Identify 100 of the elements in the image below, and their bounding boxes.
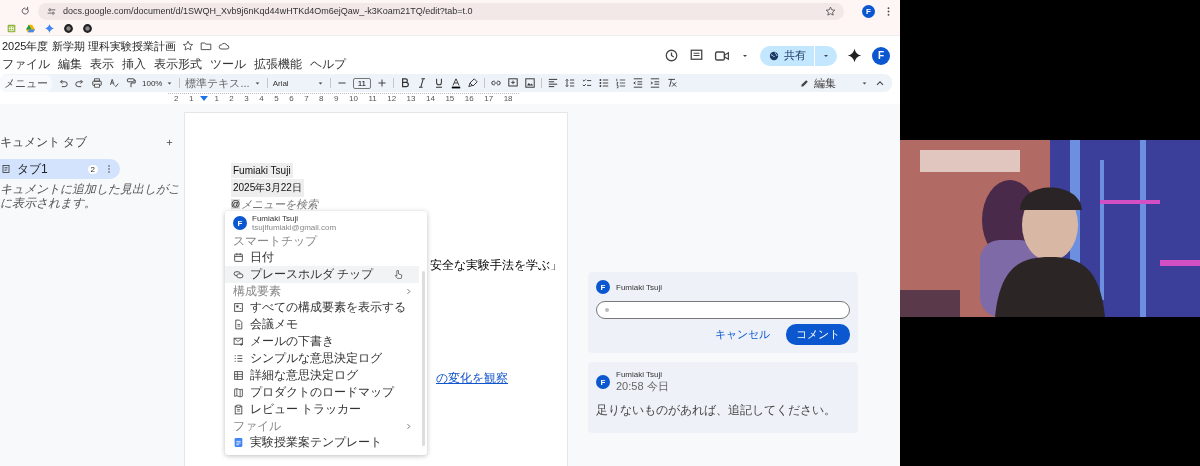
print-icon[interactable] (91, 77, 103, 89)
menu-item[interactable]: 日付 (225, 249, 419, 266)
author-avatar: F (596, 280, 610, 294)
comment-button[interactable]: コメント (786, 324, 850, 345)
menu-item[interactable]: 編集 (58, 55, 82, 73)
menu-search-field[interactable]: メニューを検索 (240, 198, 361, 210)
clear-formatting-icon[interactable] (665, 77, 678, 89)
line-spacing-icon[interactable] (563, 77, 576, 89)
spellcheck-icon[interactable] (108, 77, 120, 89)
add-tab-icon[interactable] (165, 138, 174, 147)
menu-item[interactable]: 会議メモ (225, 316, 419, 333)
chevron-right-icon (404, 421, 413, 431)
ruler-number: 7 (304, 94, 309, 103)
ruler-number: 1 (188, 94, 194, 103)
image-icon[interactable] (523, 77, 536, 89)
ruler-number: 1 (214, 94, 219, 103)
author-name: Fumiaki Tsuji (616, 370, 664, 379)
smart-chip[interactable]: 2025年3月22日 (231, 179, 304, 197)
menu-item[interactable]: すべての構成要素を表示する (225, 299, 419, 316)
ruler-number: 11 (368, 94, 377, 103)
align-icon[interactable] (546, 77, 559, 89)
history-icon[interactable] (664, 48, 679, 63)
map-icon (233, 387, 244, 398)
ruler-number: 16 (464, 94, 474, 103)
undo-icon[interactable] (57, 77, 69, 89)
menu-item[interactable]: メールの下書き (225, 333, 419, 350)
checklist-icon[interactable] (580, 77, 593, 89)
decrease-indent-icon[interactable] (631, 77, 644, 89)
calendar-icon (233, 252, 244, 263)
increase-size-icon[interactable] (375, 77, 388, 89)
font-dropdown[interactable]: Arial (272, 78, 325, 88)
highlight-icon[interactable] (466, 77, 479, 89)
ruler-number: 15 (445, 94, 455, 103)
circle-icon[interactable] (63, 23, 74, 34)
add-comment-icon[interactable] (506, 77, 519, 89)
drive-icon[interactable] (25, 23, 36, 34)
bulleted-list-icon[interactable] (597, 77, 610, 89)
bookmark-star-icon[interactable] (825, 5, 836, 17)
ruler-number: 8 (319, 94, 324, 103)
submenu-heading[interactable]: ファイル (225, 418, 419, 434)
comment-field[interactable] (596, 301, 850, 319)
menu-item[interactable]: シンプルな意思決定ログ (225, 350, 419, 367)
menu-item[interactable]: ツール (210, 55, 246, 73)
menu-item[interactable]: 実験授業案テンプレート (225, 434, 419, 451)
profile-avatar[interactable]: F (862, 4, 875, 18)
chip-icon (233, 269, 244, 280)
ruler-number: 13 (406, 94, 416, 103)
sparkle-icon[interactable] (847, 48, 862, 63)
menu-item[interactable]: プレースホルダ チップ (225, 266, 419, 283)
table-icon (233, 370, 244, 381)
menu-search-field[interactable]: メニュー (0, 74, 52, 92)
document-tab[interactable]: タブ1 2 (0, 159, 120, 179)
section-heading: スマートチップ (232, 233, 319, 249)
menu-item[interactable]: 拡張機能 (254, 55, 302, 73)
comment-time: 20:58 今日 (616, 379, 669, 394)
body-text: 安全な実験手法を学ぶ」 (430, 257, 563, 274)
text-color-icon[interactable] (449, 77, 462, 89)
blocks-icon (233, 302, 244, 313)
list-icon (233, 353, 244, 364)
ruler-number: 4 (259, 94, 264, 103)
address-bar[interactable]: docs.google.com/document/d/1SWQH_Xvb9j6nKqd44wHTKd4Om6ejQaw_-k3Koam21TQ/edit?tab=t.0 (38, 2, 844, 20)
style-dropdown[interactable]: 標準テキス... (185, 75, 262, 91)
account-avatar[interactable]: F (872, 46, 890, 65)
editing-mode-dropdown[interactable]: 編集 (799, 75, 869, 91)
paint-format-icon[interactable] (125, 77, 137, 89)
redo-icon[interactable] (74, 77, 86, 89)
star-icon[interactable] (181, 40, 194, 52)
hint-text: に表示されます。 (0, 196, 97, 210)
site-info-icon[interactable] (46, 5, 57, 17)
menu-item[interactable]: ヘルプ (310, 55, 346, 73)
ruler-number: 9 (334, 94, 339, 103)
menu-item[interactable]: プロダクトのロードマップ (225, 384, 419, 401)
submenu-heading[interactable]: 構成要素 (225, 283, 419, 299)
folder-icon[interactable] (199, 40, 212, 52)
ruler-number: 6 (289, 94, 294, 103)
circle-icon[interactable] (82, 23, 93, 34)
menu-item[interactable]: 詳細な意思決定ログ (225, 367, 419, 384)
zoom-dropdown[interactable]: 100% (142, 78, 175, 88)
menu-item[interactable]: 挿入 (122, 55, 146, 73)
link[interactable]: の変化を観察 (436, 370, 508, 387)
smart-chip[interactable]: Fumiaki Tsuji (231, 162, 293, 178)
ruler-number: 18 (503, 94, 513, 103)
cloud-icon[interactable] (217, 40, 230, 52)
numbered-list-icon[interactable] (614, 77, 627, 89)
comment-icon[interactable] (689, 48, 704, 63)
font-size-field[interactable]: 11 (352, 77, 371, 89)
document-title[interactable]: 2025年度 新学期 理科実験授業計画 (2, 38, 176, 54)
url-text: docs.google.com/document/d/1SWQH_Xvb9j6nKqd44wHTKd4Om6ejQaw_-k3Koam21TQ/edit?tab=t.0 (63, 6, 473, 16)
menu-item[interactable]: 表示形式 (154, 55, 202, 73)
person-suggestion[interactable]: F Fumiaki Tsuji tsujifumiaki@gmail.com (225, 213, 419, 233)
person-name: Fumiaki Tsuji (252, 214, 299, 223)
clipboard-icon (233, 404, 244, 415)
increase-indent-icon[interactable] (648, 77, 661, 89)
pointer-icon (393, 269, 405, 280)
at-sign: @ (231, 199, 241, 209)
menu-item[interactable]: レビュー トラッカー (225, 401, 419, 418)
menu-item[interactable]: 表示 (90, 55, 114, 73)
cancel-button[interactable]: キャンセル (709, 324, 776, 345)
menu-item[interactable]: ファイル (2, 55, 50, 73)
ruler-number: 5 (274, 94, 279, 103)
